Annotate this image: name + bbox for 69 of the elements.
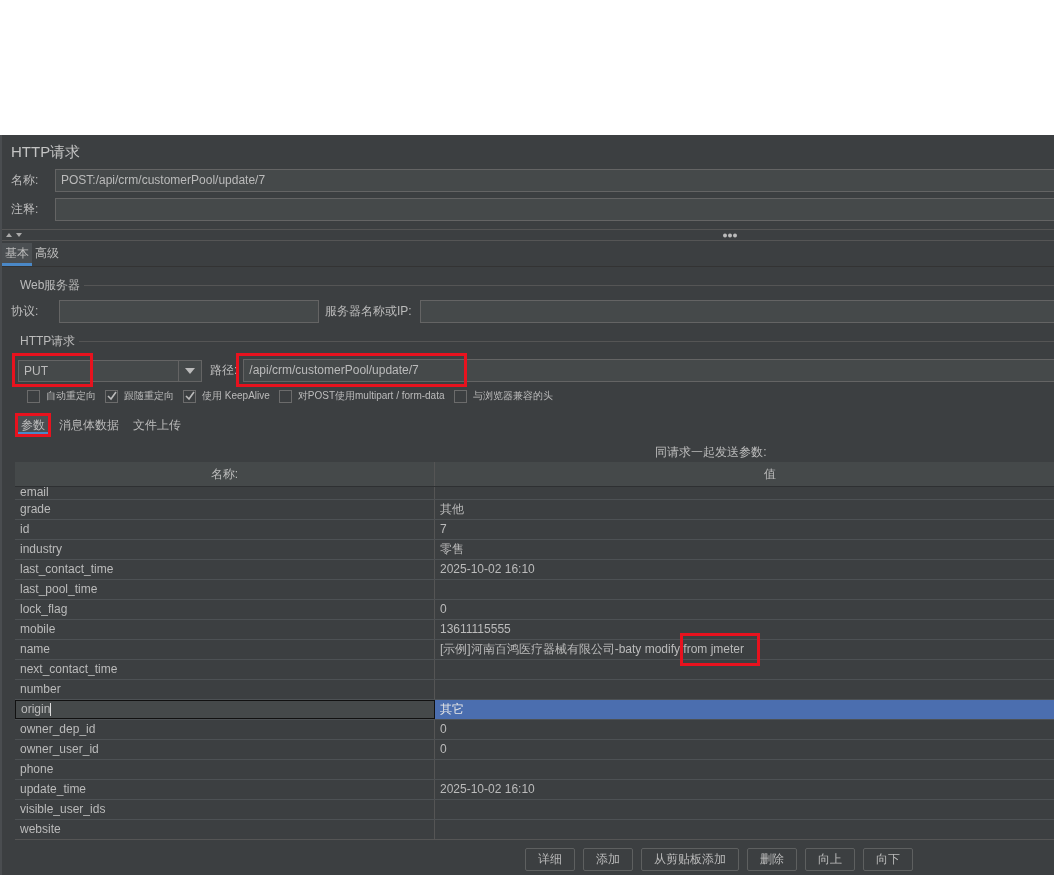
table-cell: name xyxy=(15,640,435,659)
checkbox-label: 对POST使用multipart / form-data xyxy=(297,389,445,403)
table-cell: update_time xyxy=(15,780,435,799)
section-legend: HTTP请求 xyxy=(16,333,80,350)
button[interactable]: 详细 xyxy=(525,848,575,871)
tab[interactable]: 参数 xyxy=(15,413,51,437)
table-caption: 同请求一起发送参数: xyxy=(655,443,767,461)
path-field[interactable]: /api/crm/customerPool/update/7 xyxy=(243,359,1054,382)
table-cell: last_pool_time xyxy=(15,580,435,599)
button[interactable]: 删除 xyxy=(747,848,797,871)
table-cell: id xyxy=(15,520,435,539)
table-cell-text: 2025-10-02 16:10 xyxy=(440,781,535,798)
section-legend: Web服务器 xyxy=(16,277,85,294)
field-label: 服务器名称或IP: xyxy=(324,303,413,320)
checkbox-label: 使用 KeepAlive xyxy=(202,389,270,403)
comment-field[interactable] xyxy=(55,198,1054,221)
table-cell: industry xyxy=(15,540,435,559)
table-cell: lock_flag xyxy=(15,600,435,619)
splitter-handle-icon[interactable] xyxy=(722,232,738,238)
tab[interactable]: 高级 xyxy=(32,243,62,263)
checkbox[interactable] xyxy=(105,389,118,403)
table-cell: owner_dep_id xyxy=(15,720,435,739)
name-field[interactable]: POST:/api/crm/customerPool/update/7 xyxy=(55,169,1054,192)
table-cell-text: 13611115555 xyxy=(440,621,511,638)
checkbox-label: 与浏览器兼容的头 xyxy=(472,389,553,403)
column-header: 值 xyxy=(763,465,777,483)
field-label: 名称: xyxy=(10,172,40,189)
table-cell-text: [示例]河南百鸿医疗器械有限公司-baty modify from jmeter xyxy=(440,641,745,658)
field-label: 路径: xyxy=(209,362,238,379)
checkbox[interactable] xyxy=(27,389,40,403)
table-cell: next_contact_time xyxy=(15,660,435,679)
table-cell: number xyxy=(15,680,435,699)
field-label: 协议: xyxy=(10,303,40,320)
table-cell-text: 其他 xyxy=(440,501,464,518)
table-cell-text: 2025-10-02 16:10 xyxy=(440,561,535,578)
tab[interactable]: 基本 xyxy=(2,243,32,266)
table-cell-text: 其它 xyxy=(440,701,464,718)
button[interactable]: 向下 xyxy=(863,848,913,871)
checkbox-label: 跟随重定向 xyxy=(124,389,174,403)
table-cell: email xyxy=(15,487,435,499)
tab[interactable]: 消息体数据 xyxy=(53,413,125,437)
table-cell: last_contact_time xyxy=(15,560,435,579)
tab[interactable]: 文件上传 xyxy=(127,413,187,437)
server-field[interactable] xyxy=(419,300,1054,323)
table-cell-text: 零售 xyxy=(440,541,464,558)
checkbox[interactable] xyxy=(278,389,292,403)
button[interactable]: 从剪贴板添加 xyxy=(641,848,739,871)
button[interactable]: 添加 xyxy=(583,848,633,871)
protocol-field[interactable] xyxy=(59,300,319,323)
table-cell: mobile xyxy=(15,620,435,639)
checkbox[interactable] xyxy=(453,389,467,403)
table-cell-text: 0 xyxy=(440,601,447,618)
table-cell: owner_user_id xyxy=(15,740,435,759)
table-cell-text: 0 xyxy=(440,721,447,738)
collapse-arrows-icon[interactable] xyxy=(5,232,25,238)
panel-title: HTTP请求 xyxy=(10,142,82,162)
table-cell: phone xyxy=(15,760,435,779)
table-cell-text: 7 xyxy=(440,521,447,538)
checkbox[interactable] xyxy=(183,389,196,403)
column-header: 名称: xyxy=(15,462,435,486)
cell-editor[interactable]: origin xyxy=(15,700,435,719)
field-label: 注释: xyxy=(10,201,40,218)
table-cell: website xyxy=(15,820,435,839)
table-cell: visible_user_ids xyxy=(15,800,435,819)
method-dropdown[interactable]: PUT xyxy=(18,359,202,382)
table-cell-text: 0 xyxy=(440,741,447,758)
button[interactable]: 向上 xyxy=(805,848,855,871)
table-cell: grade xyxy=(15,500,435,519)
checkbox-label: 自动重定向 xyxy=(46,389,96,403)
